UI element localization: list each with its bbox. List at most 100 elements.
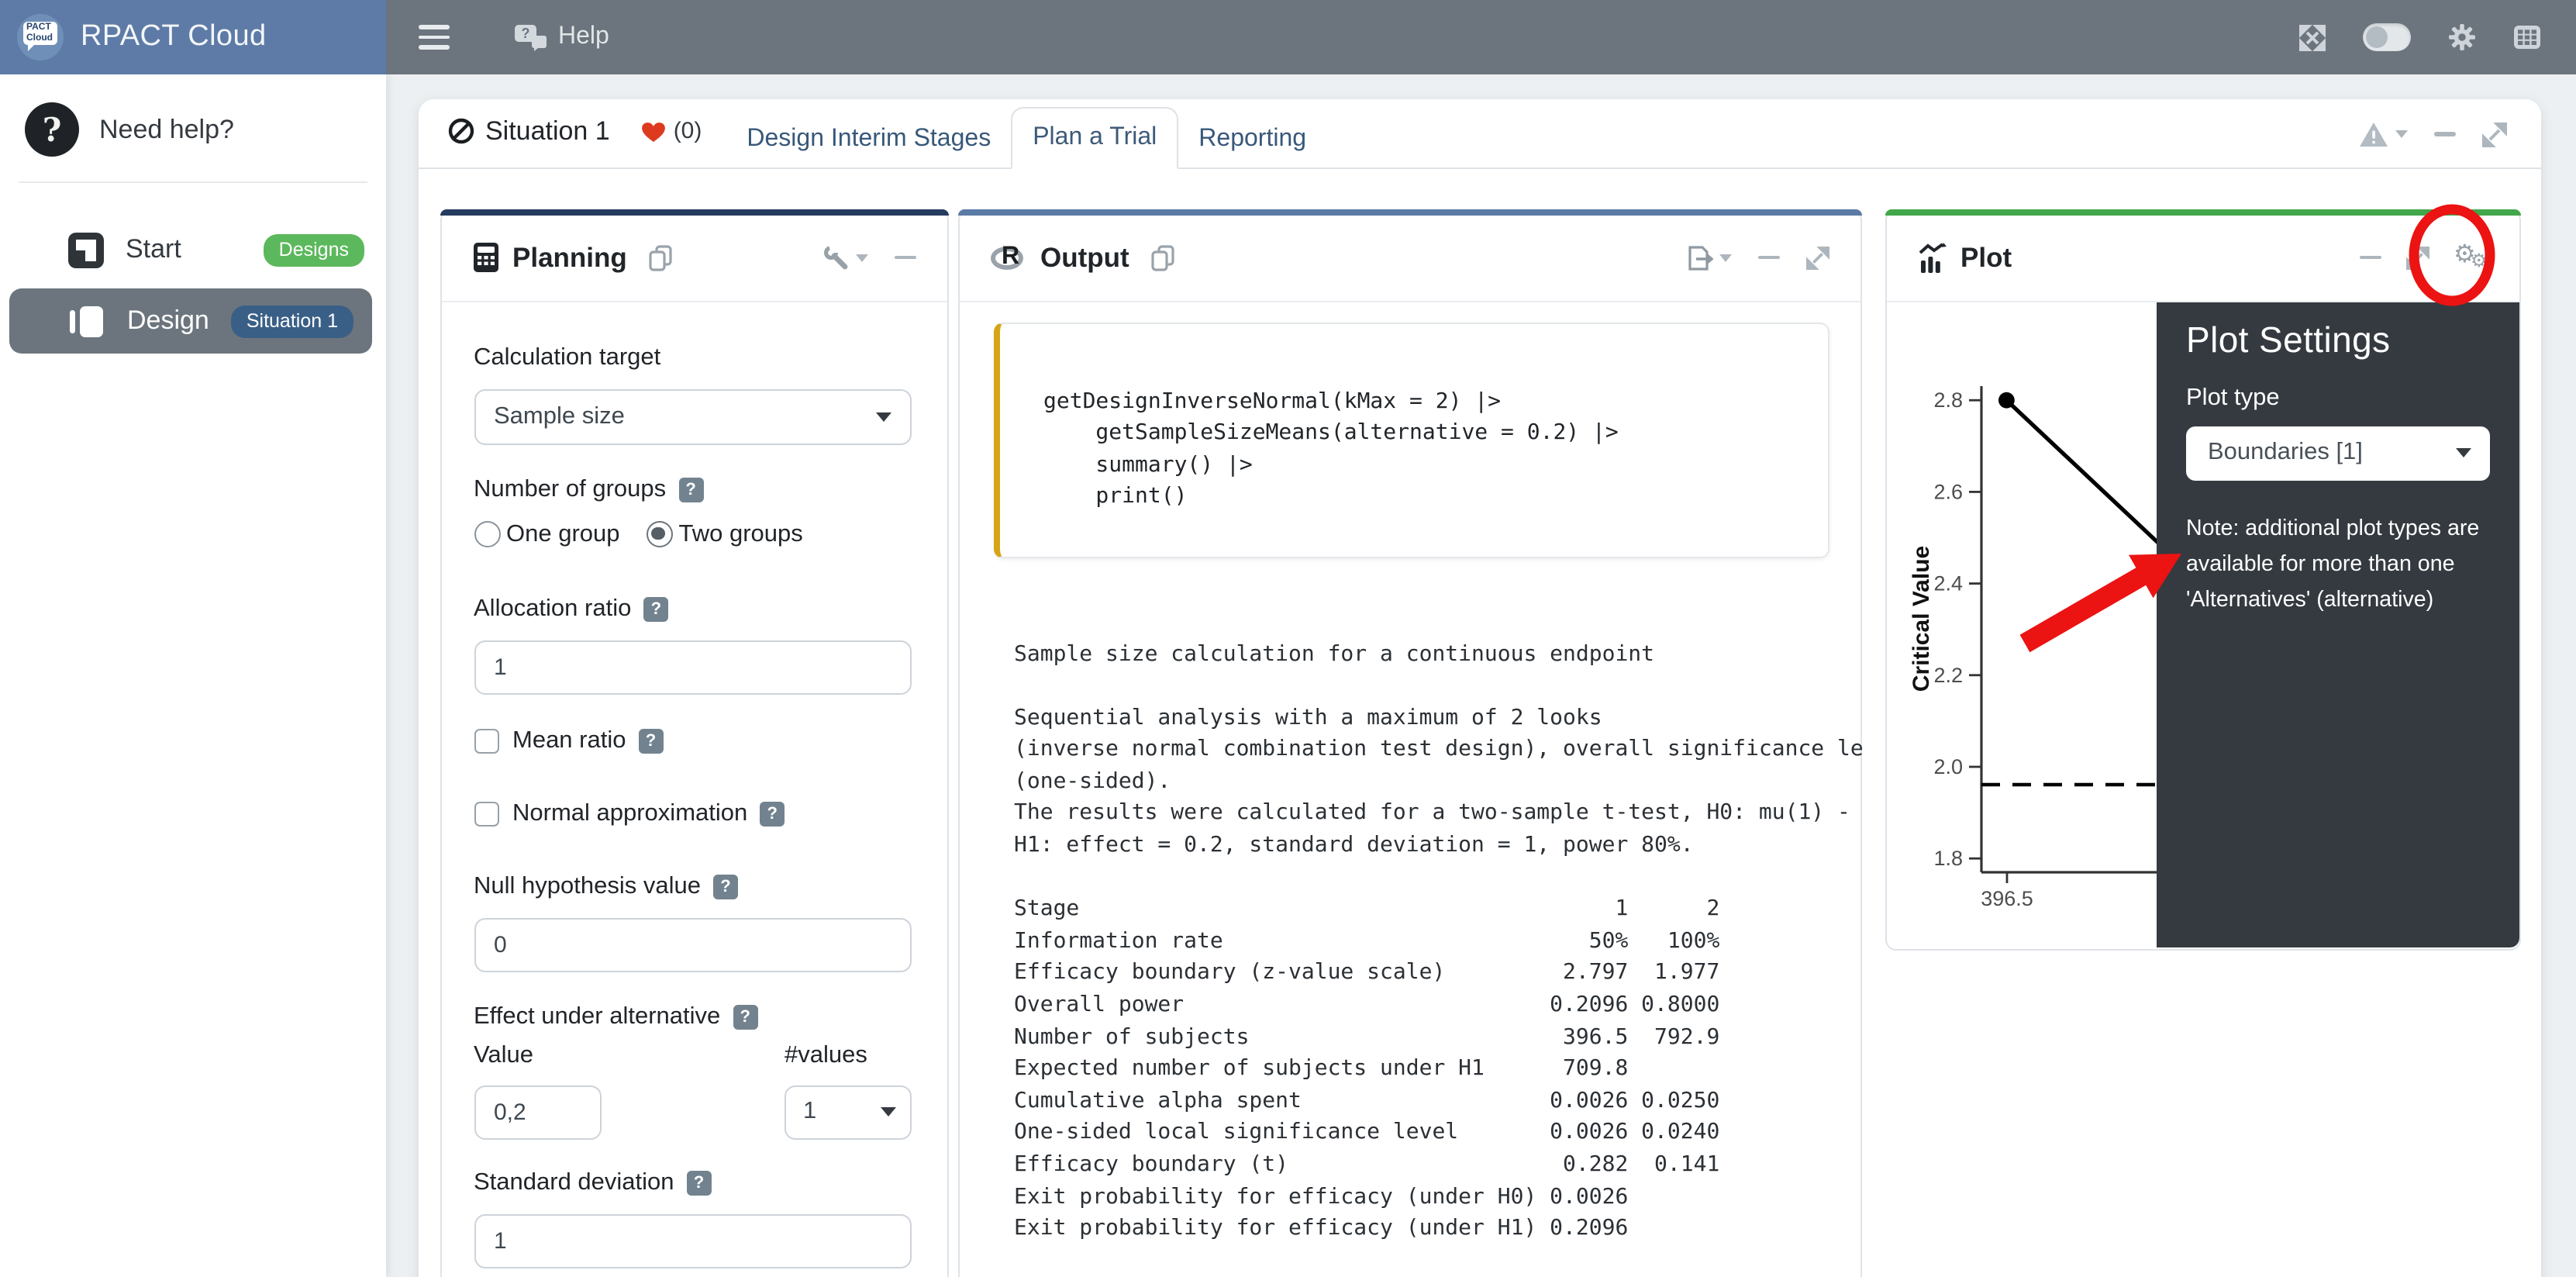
caret-down-icon bbox=[1719, 254, 1731, 261]
null-hypothesis-input[interactable] bbox=[474, 917, 912, 972]
tab-design-interim-stages[interactable]: Design Interim Stages bbox=[726, 110, 1011, 169]
export-dropdown[interactable] bbox=[1686, 244, 1731, 271]
ytick-label: 2.0 bbox=[1933, 754, 1962, 778]
expand-icon[interactable] bbox=[2482, 122, 2507, 147]
situation-card: Situation 1 (0) Design Interim Stages Pl… bbox=[419, 99, 2541, 1277]
normal-approximation-checkbox[interactable] bbox=[474, 801, 498, 826]
hamburger-menu-icon[interactable] bbox=[419, 25, 450, 50]
caret-down-icon bbox=[2395, 130, 2408, 138]
brand-area[interactable]: PACTCloud RPACT Cloud bbox=[0, 0, 386, 74]
apps-grid-icon[interactable] bbox=[2512, 25, 2540, 50]
topbar: PACTCloud RPACT Cloud ? Help bbox=[0, 0, 2576, 74]
chart-icon bbox=[1917, 242, 1947, 273]
one-group-radio[interactable] bbox=[474, 521, 500, 547]
help-menu[interactable]: ? Help bbox=[513, 23, 609, 51]
sidebar-item-design[interactable]: Design Situation 1 bbox=[9, 288, 372, 354]
main-area: Situation 1 (0) Design Interim Stages Pl… bbox=[386, 74, 2576, 1277]
r-logo-icon: R bbox=[991, 242, 1026, 273]
planning-body: Calculation target Sample size Number of… bbox=[441, 302, 947, 1268]
minimize-icon[interactable] bbox=[2434, 132, 2456, 136]
normal-approximation-row: Normal approximation? bbox=[474, 798, 912, 829]
expand-icon[interactable] bbox=[1805, 246, 1829, 269]
card-actions bbox=[2358, 99, 2507, 169]
two-groups-label: Two groups bbox=[679, 520, 803, 548]
theme-toggle[interactable] bbox=[2362, 23, 2410, 51]
situation-badge: Situation 1 bbox=[231, 305, 353, 337]
normal-approximation-label: Normal approximation bbox=[512, 799, 747, 827]
r-code: getDesignInverseNormal(kMax = 2) |> getS… bbox=[1043, 385, 1827, 513]
minimize-icon[interactable] bbox=[1757, 255, 1779, 259]
heart-icon[interactable] bbox=[641, 119, 667, 143]
xtick-label: 396.5 bbox=[1980, 886, 2033, 909]
tab-reporting[interactable]: Reporting bbox=[1178, 110, 1326, 169]
effect-value-label: Value bbox=[474, 1040, 533, 1071]
fullscreen-icon[interactable] bbox=[2298, 24, 2325, 50]
caret-down-icon bbox=[2456, 448, 2471, 457]
ytick-label: 2.2 bbox=[1933, 663, 1962, 686]
rpact-logo-icon: PACTCloud bbox=[17, 14, 64, 60]
sidebar-item-label: Design bbox=[127, 305, 209, 337]
designs-badge: Designs bbox=[264, 233, 364, 266]
help-badge-icon[interactable]: ? bbox=[643, 596, 668, 621]
tools-dropdown[interactable] bbox=[823, 244, 868, 271]
output-text-block: Sample size calculation for a continuous… bbox=[1014, 638, 1864, 1245]
sidebar-item-start[interactable]: Start Designs bbox=[0, 217, 386, 282]
mean-ratio-checkbox[interactable] bbox=[474, 728, 498, 753]
plot-title: Plot bbox=[1960, 241, 2012, 274]
ytick-label: 2.4 bbox=[1933, 571, 1962, 595]
help-label: Help bbox=[558, 23, 609, 51]
help-badge-icon[interactable]: ? bbox=[733, 1004, 757, 1029]
output-panel: R Output bbox=[958, 209, 1861, 1277]
plot-settings-gears-icon[interactable]: ⚙ ⚙ bbox=[2454, 240, 2491, 274]
two-groups-radio[interactable] bbox=[647, 521, 673, 547]
plot-accent-strip bbox=[1885, 209, 2520, 215]
copy-icon[interactable] bbox=[649, 244, 674, 271]
copy-icon[interactable] bbox=[1151, 244, 1176, 271]
planning-panel: Planning bbox=[440, 209, 949, 1277]
settings-gear-icon[interactable] bbox=[2447, 23, 2475, 51]
plot-type-select[interactable]: Boundaries [1] bbox=[2186, 426, 2490, 480]
one-group-label: One group bbox=[506, 520, 620, 548]
situation-header[interactable]: Situation 1 (0) bbox=[447, 98, 702, 167]
standard-deviation-input[interactable] bbox=[474, 1213, 912, 1268]
situation-title: Situation 1 bbox=[485, 116, 610, 147]
allocation-ratio-label: Allocation ratio? bbox=[474, 593, 912, 624]
ytick-label: 2.8 bbox=[1933, 388, 1962, 411]
planning-accent-strip bbox=[440, 209, 949, 215]
null-hypothesis-label: Null hypothesis value? bbox=[474, 871, 912, 902]
tab-bar: Situation 1 (0) Design Interim Stages Pl… bbox=[419, 99, 2541, 169]
effect-value-input[interactable] bbox=[474, 1085, 601, 1139]
output-accent-strip bbox=[958, 209, 1861, 215]
minimize-icon[interactable] bbox=[2359, 255, 2381, 259]
plot-type-label: Plot type bbox=[2186, 384, 2500, 412]
plot-panel: Plot ⚙ ⚙ bbox=[1885, 209, 2520, 950]
help-badge-icon[interactable]: ? bbox=[638, 728, 663, 753]
number-of-groups-radios: One group Two groups bbox=[474, 519, 912, 550]
help-badge-icon[interactable]: ? bbox=[687, 1170, 712, 1195]
calculation-target-select[interactable]: Sample size bbox=[474, 388, 912, 444]
svg-text:?: ? bbox=[522, 26, 530, 41]
topbar-actions bbox=[2298, 23, 2540, 51]
y-axis-title: Critical Value bbox=[1908, 545, 1933, 691]
minimize-icon[interactable] bbox=[895, 255, 916, 259]
help-badge-icon[interactable]: ? bbox=[713, 874, 738, 899]
plot-settings-overlay: Plot Settings Plot type Boundaries [1] N… bbox=[2157, 302, 2519, 947]
stage1-point bbox=[1998, 392, 2014, 408]
r-code-block[interactable]: getDesignInverseNormal(kMax = 2) |> getS… bbox=[994, 322, 1829, 557]
ytick-label: 1.8 bbox=[1933, 846, 1962, 869]
boundary-line bbox=[2005, 399, 2159, 544]
caret-down-icon bbox=[876, 412, 891, 421]
planning-title: Planning bbox=[512, 241, 627, 274]
help-badge-icon[interactable]: ? bbox=[678, 477, 703, 502]
question-mark-icon: ? bbox=[25, 102, 79, 157]
allocation-ratio-input[interactable] bbox=[474, 640, 912, 694]
warnings-dropdown[interactable] bbox=[2358, 120, 2408, 148]
help-badge-icon[interactable]: ? bbox=[760, 801, 785, 826]
nvalues-select[interactable]: 1 bbox=[785, 1085, 912, 1139]
need-help-item[interactable]: ? Need help? bbox=[0, 74, 386, 181]
tab-plan-a-trial[interactable]: Plan a Trial bbox=[1011, 107, 1178, 169]
expand-icon[interactable] bbox=[2405, 246, 2429, 269]
calculator-icon bbox=[472, 242, 498, 273]
plot-settings-note: Note: additional plot types are availabl… bbox=[2186, 511, 2515, 619]
output-body: getDesignInverseNormal(kMax = 2) |> getS… bbox=[960, 322, 1860, 1245]
